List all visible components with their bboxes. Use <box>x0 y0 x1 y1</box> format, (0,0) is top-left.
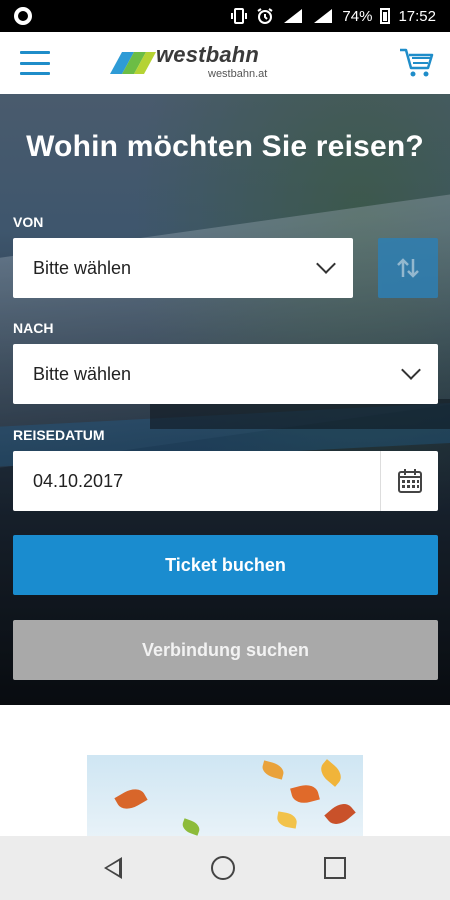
vibrate-icon <box>231 8 248 24</box>
shopping-cart-icon[interactable] <box>398 46 434 80</box>
chevron-down-icon <box>316 254 336 274</box>
date-value: 04.10.2017 <box>33 470 124 491</box>
date-field[interactable]: 04.10.2017 <box>13 451 438 511</box>
logo-subtext: westbahn.at <box>208 68 268 80</box>
from-select[interactable]: Bitte wählen <box>13 238 353 298</box>
logo-mark-icon <box>110 52 156 74</box>
page-title: Wohin möchten Sie reisen? <box>26 130 424 163</box>
from-label: VON <box>13 214 44 230</box>
to-select-value: Bitte wählen <box>33 363 132 384</box>
app-header: westbahn westbahn.at <box>0 32 450 94</box>
logo-text: westbahn <box>156 42 260 67</box>
swap-arrows-icon <box>397 258 419 278</box>
status-icons: 74% 17:52 <box>230 7 436 25</box>
to-label: NACH <box>13 320 54 336</box>
calendar-button[interactable] <box>380 451 438 511</box>
signal-icon <box>284 9 303 23</box>
westbahn-logo[interactable]: westbahn westbahn.at <box>108 40 278 84</box>
swap-button[interactable] <box>378 238 438 298</box>
promo-banner-image[interactable] <box>87 755 363 837</box>
book-ticket-button[interactable]: Ticket buchen <box>13 535 438 595</box>
calendar-icon <box>397 469 422 493</box>
home-circle-icon[interactable] <box>210 856 235 880</box>
system-navigation-bar <box>0 836 450 900</box>
status-bar: 74% 17:52 <box>0 0 450 32</box>
back-triangle-icon[interactable] <box>104 857 123 879</box>
date-label: REISEDATUM <box>13 427 105 443</box>
search-connection-button[interactable]: Verbindung suchen <box>13 620 438 680</box>
to-select[interactable]: Bitte wählen <box>13 344 438 404</box>
battery-icon <box>380 8 391 24</box>
recents-square-icon[interactable] <box>323 857 346 879</box>
signal-icon <box>314 9 333 23</box>
alarm-icon <box>257 8 273 24</box>
from-select-value: Bitte wählen <box>33 257 132 278</box>
clock: 17:52 <box>398 7 436 25</box>
notification-icon <box>14 7 32 25</box>
hero-search-panel: Wohin möchten Sie reisen? VON Bitte wähl… <box>0 94 450 705</box>
hamburger-menu-icon[interactable] <box>20 51 50 75</box>
battery-percent: 74% <box>342 7 373 25</box>
chevron-down-icon <box>401 360 421 380</box>
